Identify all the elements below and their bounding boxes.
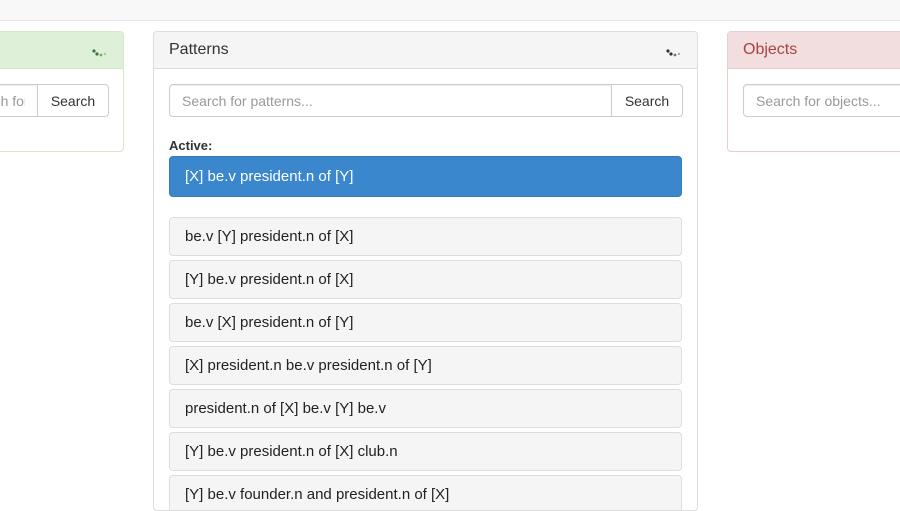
spinner-icon	[666, 49, 681, 57]
patterns-search-group: Search	[169, 84, 683, 117]
pattern-list-item[interactable]: [Y] be.v president.n of [X] club.n	[169, 432, 682, 471]
subjects-search-input[interactable]	[0, 84, 38, 117]
pattern-list-item[interactable]: president.n of [X] be.v [Y] be.v	[169, 389, 682, 428]
active-pattern-item[interactable]: [X] be.v president.n of [Y]	[169, 156, 682, 197]
objects-panel-heading: Objects	[728, 32, 900, 69]
subjects-search-group: Search	[0, 84, 109, 117]
patterns-title: Patterns	[169, 41, 229, 58]
subjects-panel: Search	[0, 31, 124, 152]
objects-search-input[interactable]	[743, 84, 900, 117]
pattern-list-item[interactable]: [Y] be.v founder.n and president.n of [X…	[169, 475, 682, 510]
pattern-list-item[interactable]: be.v [Y] president.n of [X]	[169, 217, 682, 256]
pattern-list-item[interactable]: [Y] be.v president.n of [X]	[169, 260, 682, 299]
objects-panel: Objects	[727, 31, 900, 152]
objects-search-group	[743, 84, 900, 117]
active-label: Active:	[169, 138, 213, 153]
subjects-search-button[interactable]: Search	[38, 84, 109, 117]
spinner-icon	[92, 49, 107, 57]
patterns-panel: Patterns Search Active: [X] be.v preside…	[153, 31, 698, 511]
pattern-list-item[interactable]: [X] president.n be.v president.n of [Y]	[169, 346, 682, 385]
subjects-panel-heading	[0, 32, 123, 69]
pattern-list-item[interactable]: be.v [X] president.n of [Y]	[169, 303, 682, 342]
top-navbar	[0, 0, 900, 21]
patterns-panel-heading: Patterns	[154, 32, 697, 69]
pattern-list: be.v [Y] president.n of [X] [Y] be.v pre…	[169, 217, 682, 510]
patterns-search-input[interactable]	[169, 84, 612, 117]
objects-title: Objects	[743, 41, 798, 58]
patterns-search-button[interactable]: Search	[612, 84, 683, 117]
